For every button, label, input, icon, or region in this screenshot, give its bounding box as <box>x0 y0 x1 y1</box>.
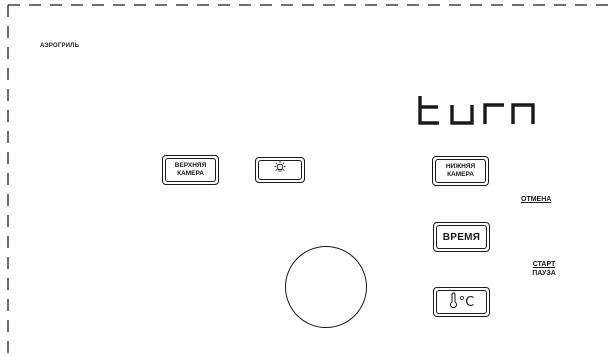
digit-n <box>511 103 535 124</box>
control-dial[interactable] <box>285 246 367 328</box>
upper-chamber-button[interactable]: ВЕРХНЯЯ КАМЕРА <box>162 155 219 185</box>
light-button[interactable] <box>255 157 305 183</box>
lower-chamber-label: НИЖНЯЯ КАМЕРА <box>445 163 476 178</box>
cancel-button[interactable]: ОТМЕНА <box>521 195 551 204</box>
time-label: ВРЕМЯ <box>442 231 481 243</box>
digit-t <box>418 96 439 125</box>
thermometer-icon <box>449 292 458 313</box>
pause-label: ПАУЗА <box>532 270 556 277</box>
temperature-unit: °C <box>458 294 475 310</box>
temperature-button[interactable]: °C <box>433 287 490 317</box>
display-digits <box>418 96 535 125</box>
digit-u <box>450 105 474 125</box>
lower-chamber-button[interactable]: НИЖНЯЯ КАМЕРА <box>432 156 489 186</box>
time-button[interactable]: ВРЕМЯ <box>433 222 490 252</box>
brand-label: АЭРОГРИЛЬ <box>40 43 80 49</box>
start-label: СТАРТ <box>532 261 556 268</box>
control-panel: АЭРОГРИЛЬ turn ВЕРХНЯЯ КАМЕРА <box>0 0 613 356</box>
light-bulb-icon <box>272 160 288 181</box>
start-pause-button[interactable]: СТАРТ ПАУЗА <box>526 260 562 278</box>
upper-chamber-label: ВЕРХНЯЯ КАМЕРА <box>174 162 207 177</box>
segment-display: turn <box>417 93 537 132</box>
digit-r <box>483 103 504 124</box>
